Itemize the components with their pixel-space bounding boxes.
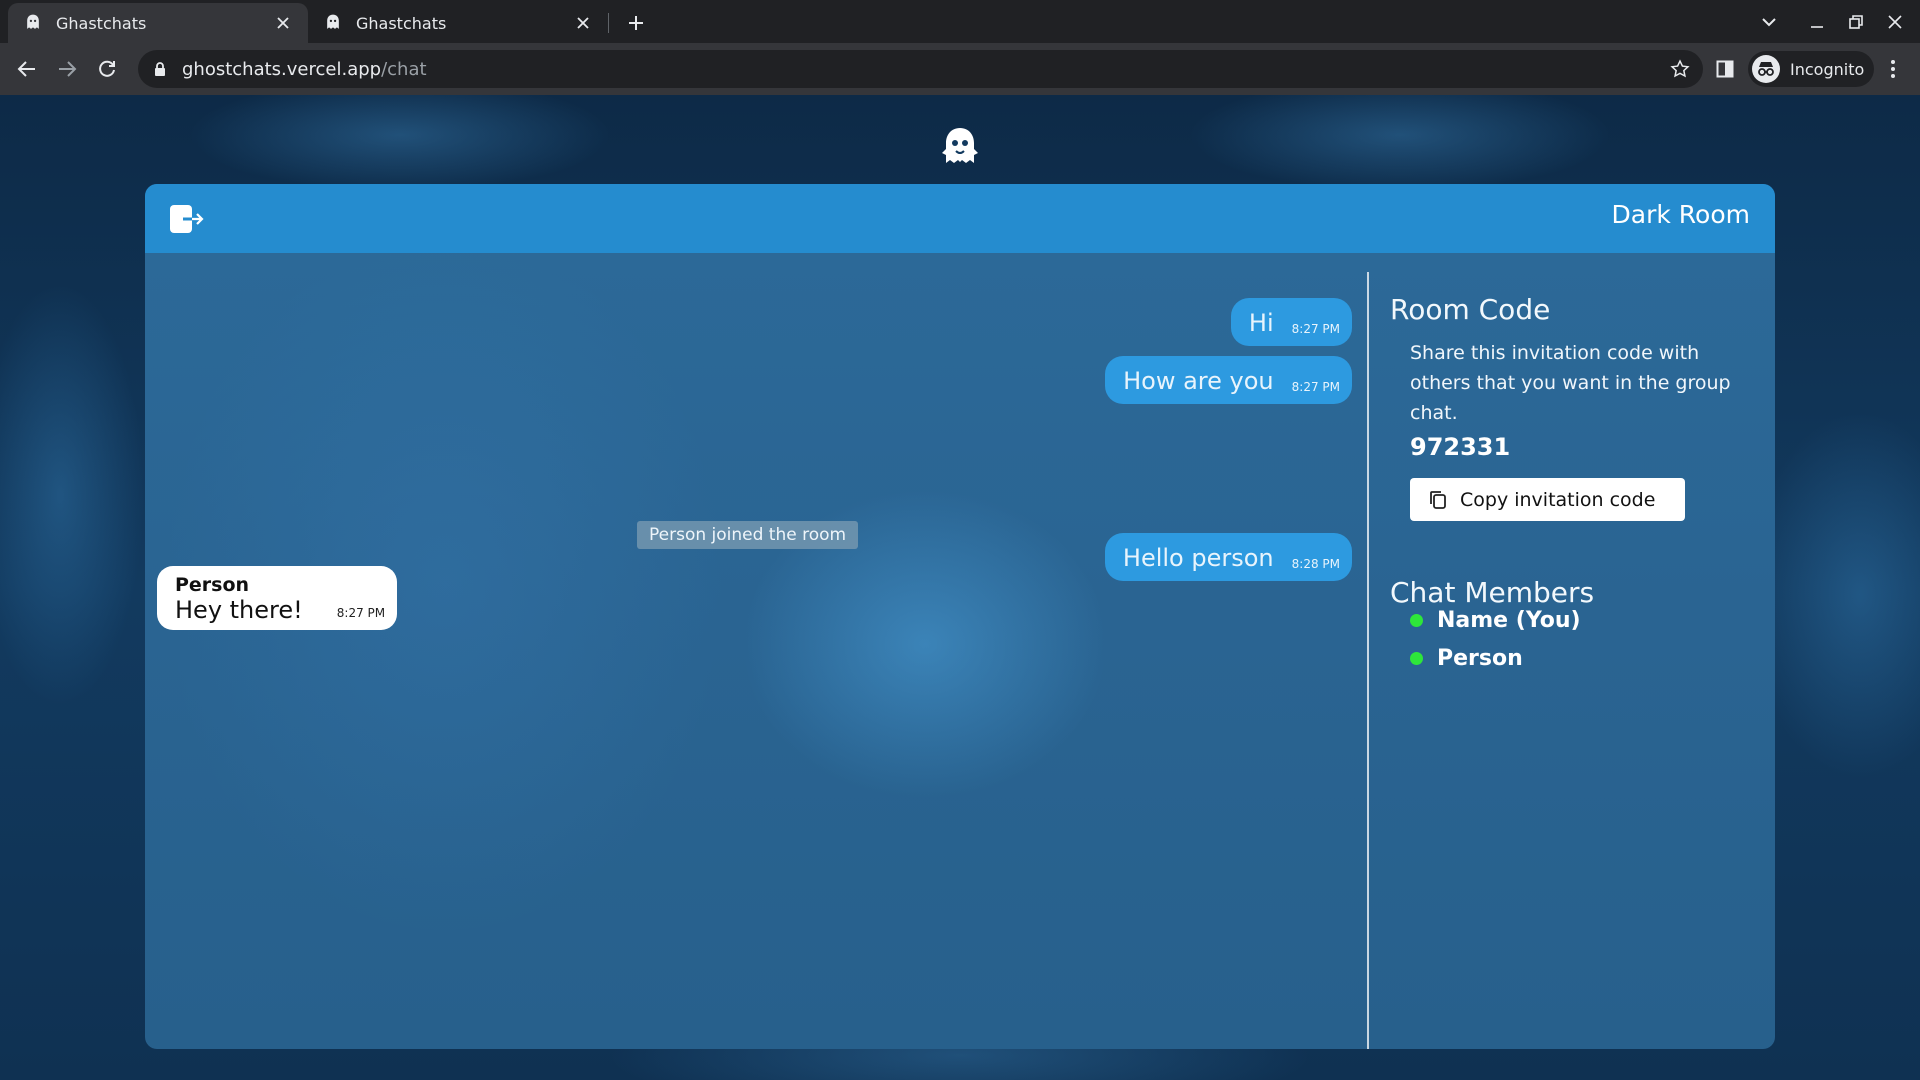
panel-divider — [1367, 272, 1369, 1049]
room-code-heading: Room Code — [1390, 293, 1551, 326]
more-vertical-icon — [1891, 60, 1895, 78]
member-item: Name (You) — [1410, 601, 1581, 639]
ghost-logo-icon — [938, 125, 982, 169]
member-name: Person — [1437, 645, 1523, 671]
restore-button[interactable] — [1841, 8, 1871, 36]
reload-button[interactable] — [92, 54, 122, 84]
lock-icon[interactable] — [152, 61, 168, 77]
message-time: 8:27 PM — [336, 606, 386, 620]
close-window-button[interactable] — [1880, 8, 1910, 36]
incognito-profile-button[interactable]: Incognito — [1748, 51, 1875, 87]
tab-search-button[interactable] — [1754, 8, 1784, 36]
message-text: Hi — [1248, 309, 1274, 337]
message-bubble-mine: Hello person 8:28 PM — [1104, 533, 1352, 581]
tab-ghastchats[interactable]: Ghastchats — [308, 3, 608, 43]
reload-icon — [99, 60, 115, 77]
browser-toolbar: ghostchats.vercel.app/chat Incognito — [0, 43, 1920, 95]
system-notice: Person joined the room — [637, 521, 859, 549]
message-row: Hey there! 8:27 PM — [175, 596, 385, 624]
room-code-description: Share this invitation code with others t… — [1410, 342, 1731, 424]
page-viewport: Dark Room Hi 8:27 PM How are you 8:27 PM… — [0, 95, 1920, 1080]
close-tab-icon[interactable] — [272, 12, 294, 34]
back-button[interactable] — [12, 54, 42, 84]
room-code-value: 972331 — [1410, 433, 1511, 461]
minimize-button[interactable] — [1802, 8, 1832, 36]
tab-title: Ghastchats — [56, 13, 147, 33]
copy-button-label: Copy invitation code — [1460, 488, 1656, 511]
tab-ghastchats-active[interactable]: Ghastchats — [8, 3, 308, 43]
member-item: Person — [1410, 639, 1581, 677]
message-text: Hey there! — [175, 596, 303, 624]
address-bar[interactable]: ghostchats.vercel.app/chat — [138, 50, 1703, 88]
message-list: Hi 8:27 PM How are you 8:27 PM Person jo… — [145, 253, 1367, 1049]
close-icon — [1888, 15, 1902, 29]
incognito-label: Incognito — [1790, 59, 1865, 79]
url-host: ghostchats.vercel.app — [182, 58, 382, 80]
tab-title: Ghastchats — [356, 13, 447, 33]
room-header: Dark Room — [145, 184, 1775, 253]
message-text: How are you — [1123, 367, 1274, 395]
chat-card: Dark Room Hi 8:27 PM How are you 8:27 PM… — [145, 184, 1775, 1049]
forward-button[interactable] — [52, 54, 82, 84]
url-path: /chat — [381, 58, 427, 80]
new-tab-button[interactable] — [622, 9, 650, 37]
tab-separator — [608, 13, 609, 33]
restore-icon — [1849, 15, 1863, 29]
minimize-icon — [1811, 26, 1823, 28]
message-time: 8:27 PM — [1291, 322, 1340, 336]
copy-invitation-code-button[interactable]: Copy invitation code — [1410, 478, 1685, 521]
online-status-dot — [1410, 651, 1423, 665]
plus-icon — [629, 16, 643, 30]
browser-menu-button[interactable] — [1878, 54, 1908, 84]
exit-door-icon — [170, 205, 205, 233]
browser-tab-strip: Ghastchats Ghastchats — [0, 0, 1920, 43]
message-bubble-mine: How are you 8:27 PM — [1105, 356, 1352, 404]
message-bubble-theirs: Person Hey there! 8:27 PM — [157, 566, 398, 630]
bookmark-star-icon[interactable] — [1669, 58, 1691, 80]
message-time: 8:28 PM — [1291, 557, 1340, 571]
message-sender: Person — [175, 574, 250, 596]
close-tab-icon[interactable] — [572, 12, 594, 34]
url-text: ghostchats.vercel.app/chat — [182, 59, 427, 80]
ghost-favicon-icon — [22, 12, 44, 34]
message-bubble-mine: Hi 8:27 PM — [1230, 298, 1352, 346]
chevron-down-icon — [1762, 18, 1776, 27]
incognito-icon — [1752, 55, 1780, 83]
message-text: Hello person — [1122, 544, 1274, 572]
member-name: Name (You) — [1437, 607, 1581, 633]
copy-icon — [1428, 490, 1448, 510]
message-time: 8:27 PM — [1291, 380, 1340, 394]
side-panel-icon — [1716, 60, 1734, 78]
side-panel-button[interactable] — [1712, 56, 1738, 82]
online-status-dot — [1410, 613, 1423, 627]
arrow-left-icon — [17, 61, 35, 77]
room-title: Dark Room — [1611, 200, 1750, 229]
leave-room-button[interactable] — [169, 203, 205, 235]
room-info-panel: Room Code Share this invitation code wit… — [1390, 253, 1760, 1049]
arrow-right-icon — [59, 61, 77, 77]
ghost-favicon-icon — [322, 12, 344, 34]
member-list: Name (You) Person — [1410, 601, 1581, 677]
